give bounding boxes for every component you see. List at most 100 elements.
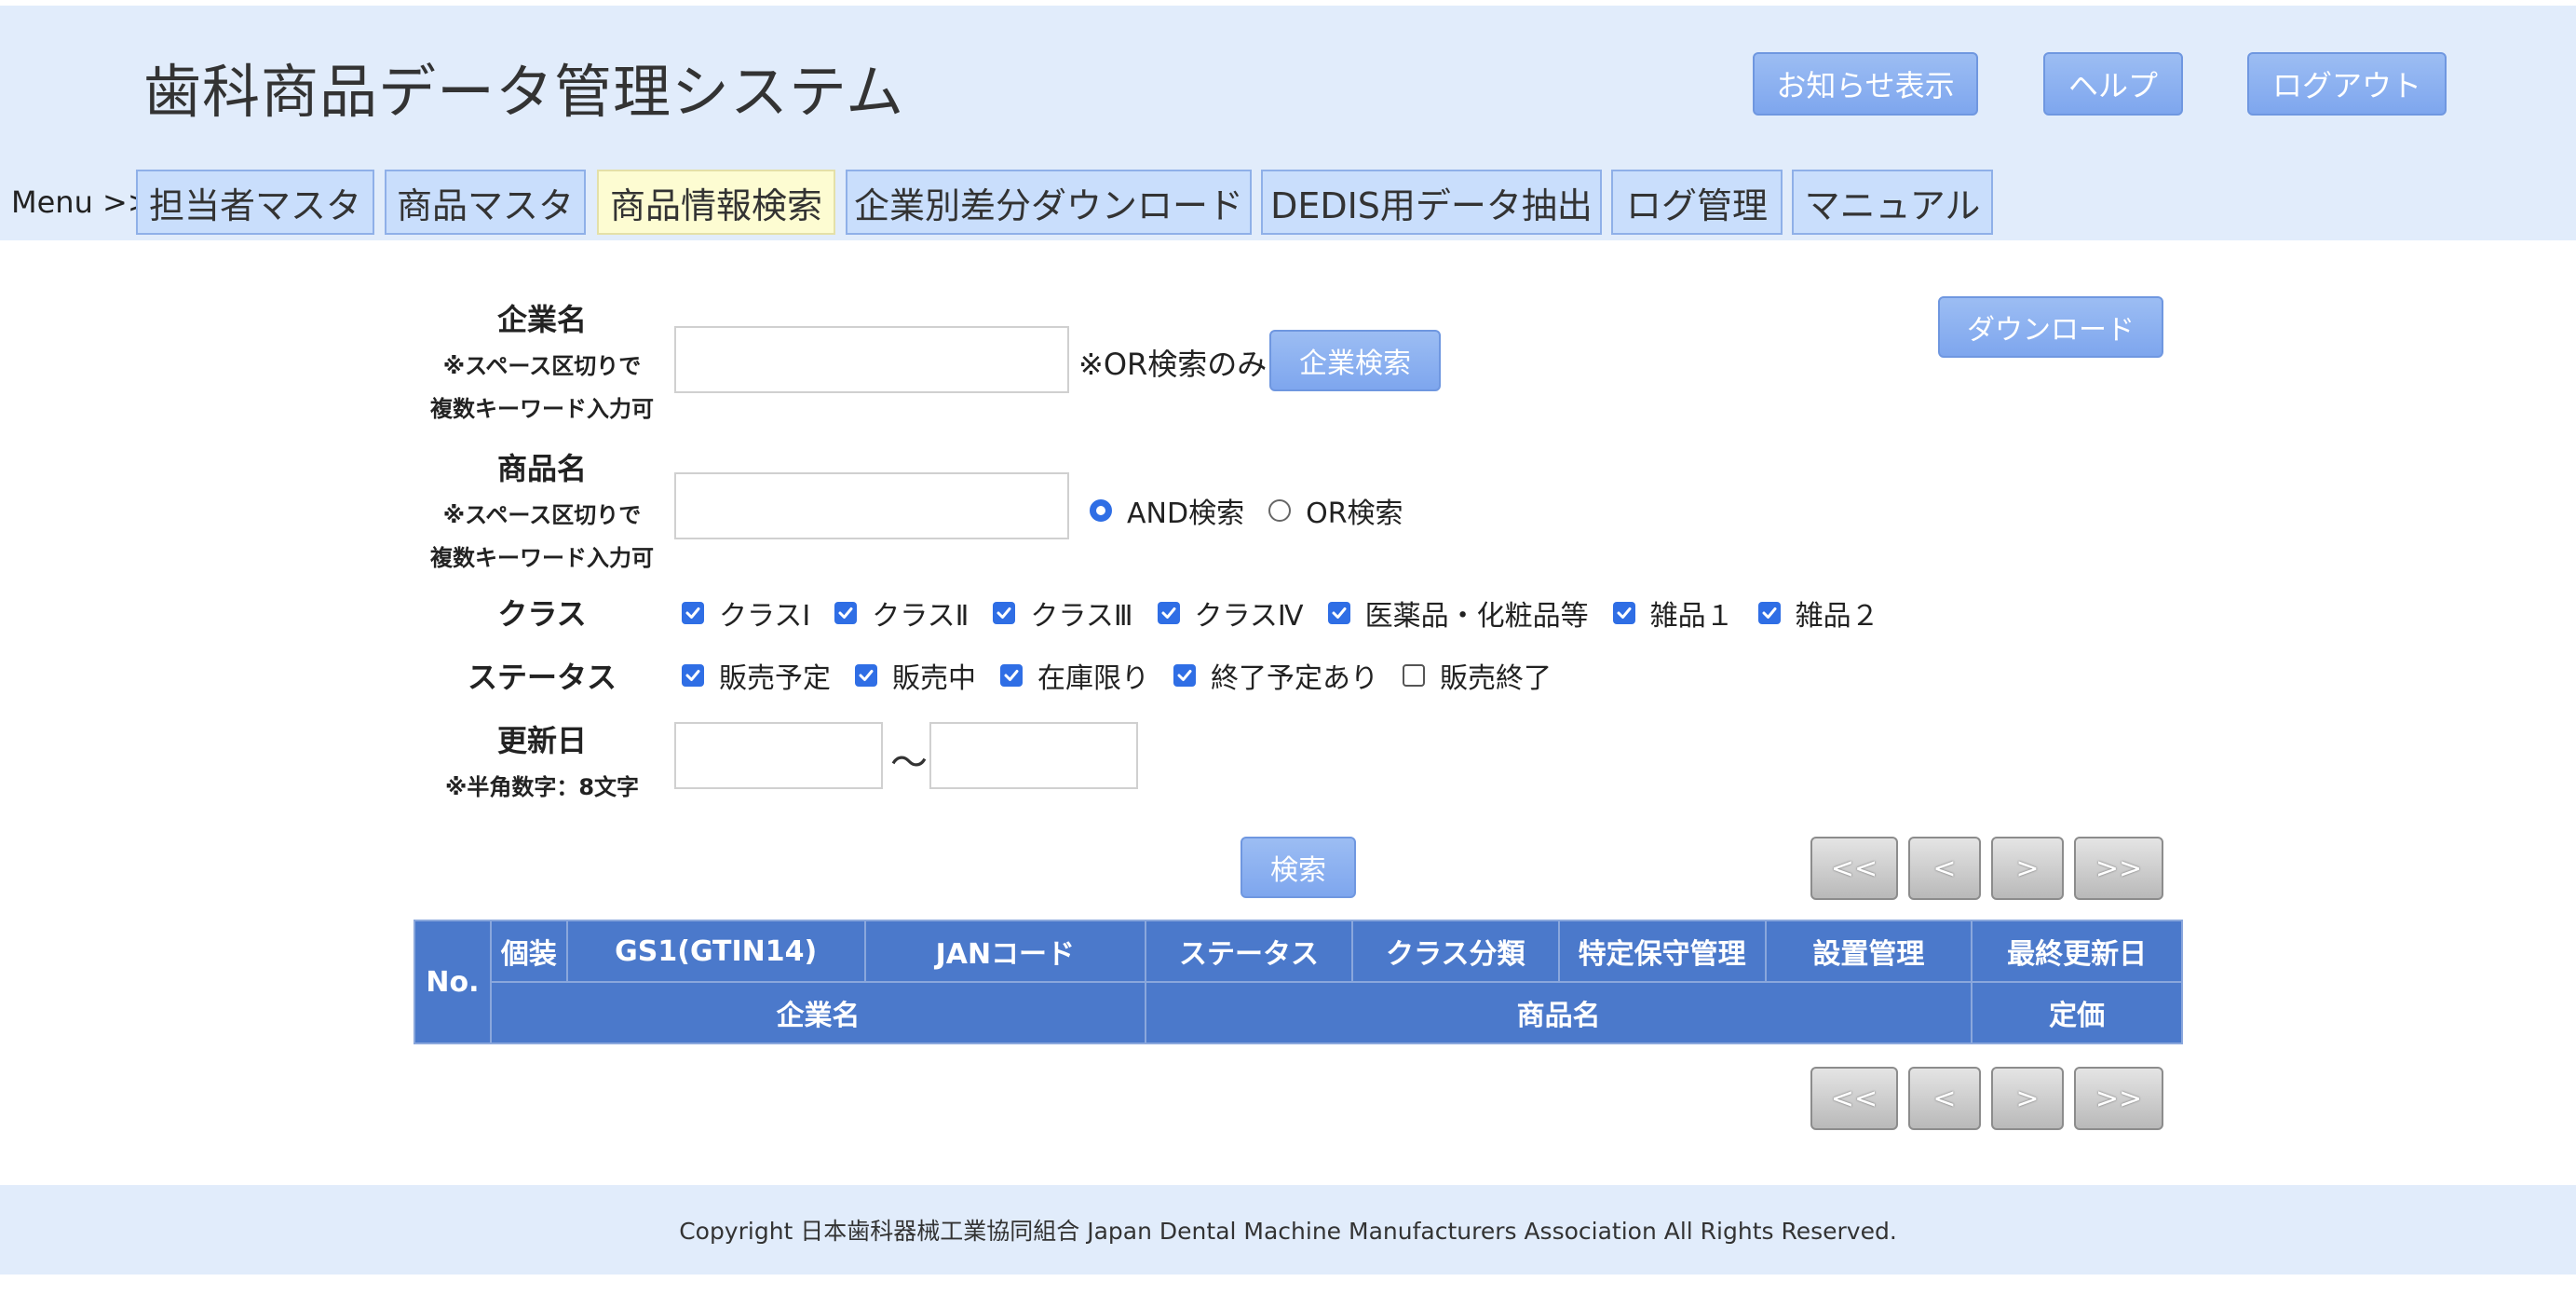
checkbox-checked-icon[interactable] xyxy=(855,664,877,687)
checkbox-checked-icon[interactable] xyxy=(1173,664,1196,687)
pagination-last-button-top[interactable]: >> xyxy=(2074,837,2163,900)
status-option-discontinued[interactable]: 販売終了 xyxy=(1403,655,1552,696)
col-class: クラス分類 xyxy=(1350,920,1560,983)
pagination-prev-button-bottom[interactable]: < xyxy=(1908,1067,1981,1130)
checkbox-checked-icon[interactable] xyxy=(682,664,704,687)
pagination-prev-button-top[interactable]: < xyxy=(1908,837,1981,900)
table-header-row-2: 企業名 商品名 定価 xyxy=(414,981,2183,1044)
logout-button[interactable]: ログアウト xyxy=(2247,52,2447,116)
status-label: ステータス xyxy=(402,654,682,697)
col-gs1-gtin14: GS1(GTIN14) xyxy=(565,920,866,983)
date-range-separator: 〜 xyxy=(890,742,928,784)
pagination-next-button-top[interactable]: > xyxy=(1991,837,2064,900)
or-search-label: OR検索 xyxy=(1306,498,1403,530)
class-option-3[interactable]: クラスⅢ xyxy=(993,593,1133,634)
product-name-input[interactable] xyxy=(674,472,1069,539)
menu-tab-log-management[interactable]: ログ管理 xyxy=(1611,170,1783,235)
company-name-label: 企業名 ※スペース区切りで 複数キーワード入力可 xyxy=(402,296,682,425)
updated-date-label: 更新日 ※半角数字：8文字 xyxy=(402,717,682,803)
app-title: 歯科商品データ管理システム xyxy=(143,58,905,126)
or-search-option[interactable]: OR検索 xyxy=(1268,490,1403,531)
pagination-next-button-bottom[interactable]: > xyxy=(1991,1067,2064,1130)
or-search-only-note: ※OR検索のみ xyxy=(1078,347,1268,382)
menu-tab-staff-master[interactable]: 担当者マスタ xyxy=(136,170,374,235)
col-last-updated: 最終更新日 xyxy=(1971,920,2183,983)
status-option-ending-planned[interactable]: 終了予定あり xyxy=(1173,655,1378,696)
checkbox-checked-icon[interactable] xyxy=(1612,602,1635,624)
checkbox-checked-icon[interactable] xyxy=(834,602,858,624)
col-no: No. xyxy=(414,920,492,1044)
col-status: ステータス xyxy=(1145,920,1353,983)
menu-tab-manual[interactable]: マニュアル xyxy=(1792,170,1993,235)
checkbox-checked-icon[interactable] xyxy=(1157,602,1180,624)
class-option-drugs-label: 医薬品・化粧品等 xyxy=(1364,600,1589,633)
class-option-misc-2[interactable]: 雑品２ xyxy=(1757,593,1879,634)
status-option-on-sale-label: 販売中 xyxy=(892,662,976,695)
checkbox-unchecked-icon[interactable] xyxy=(1403,664,1425,687)
status-option-discontinued-label: 販売終了 xyxy=(1440,662,1552,695)
company-name-label-text: 企業名 xyxy=(496,302,587,337)
and-search-label: AND検索 xyxy=(1127,498,1245,530)
col-jan-code: JANコード xyxy=(863,920,1147,983)
status-option-planned[interactable]: 販売予定 xyxy=(682,655,831,696)
product-name-hint-2: 複数キーワード入力可 xyxy=(430,545,654,571)
status-option-on-sale[interactable]: 販売中 xyxy=(855,655,976,696)
menu-label: Menu >> xyxy=(11,184,153,220)
and-search-option[interactable]: AND検索 xyxy=(1090,490,1244,531)
product-name-label-text: 商品名 xyxy=(496,451,587,486)
updated-date-to-input[interactable] xyxy=(929,722,1138,789)
company-search-button[interactable]: 企業検索 xyxy=(1269,330,1441,391)
and-search-radio[interactable] xyxy=(1090,499,1112,522)
status-options: 販売予定 販売中 在庫限り 終了予定あり 販売終了 xyxy=(682,655,1576,696)
class-label-text: クラス xyxy=(497,596,587,632)
notice-button[interactable]: お知らせ表示 xyxy=(1753,52,1978,116)
product-name-label: 商品名 ※スペース区切りで 複数キーワード入力可 xyxy=(402,445,682,574)
checkbox-checked-icon[interactable] xyxy=(993,602,1016,624)
updated-date-label-text: 更新日 xyxy=(496,723,587,758)
updated-date-hint: ※半角数字：8文字 xyxy=(444,774,640,800)
table-header-row-1: No. 個装 GS1(GTIN14) JANコード ステータス クラス分類 特定… xyxy=(414,920,2183,1044)
menu-tab-product-search[interactable]: 商品情報検索 xyxy=(597,170,835,235)
or-search-radio[interactable] xyxy=(1268,499,1292,522)
company-name-input[interactable] xyxy=(674,326,1069,393)
company-name-hint-1: ※スペース区切りで xyxy=(442,353,642,379)
col-product-name: 商品名 xyxy=(1145,981,1973,1044)
status-option-stock-only-label: 在庫限り xyxy=(1037,662,1149,695)
menu-tab-dedis-extract[interactable]: DEDIS用データ抽出 xyxy=(1261,170,1602,235)
col-individual-package: 個装 xyxy=(489,920,568,983)
pagination-last-button-bottom[interactable]: >> xyxy=(2074,1067,2163,1130)
class-label: クラス xyxy=(402,591,682,634)
updated-date-from-input[interactable] xyxy=(674,722,883,789)
status-option-planned-label: 販売予定 xyxy=(719,662,831,695)
class-option-4-label: クラスⅣ xyxy=(1194,600,1304,633)
status-label-text: ステータス xyxy=(467,660,617,695)
col-installation: 設置管理 xyxy=(1764,920,1973,983)
company-name-hint-2: 複数キーワード入力可 xyxy=(430,396,654,422)
pagination-first-button-bottom[interactable]: << xyxy=(1810,1067,1898,1130)
checkbox-checked-icon[interactable] xyxy=(1757,602,1781,624)
results-table: No. 個装 GS1(GTIN14) JANコード ステータス クラス分類 特定… xyxy=(414,920,2183,1044)
help-button[interactable]: ヘルプ xyxy=(2043,52,2183,116)
col-company-name: 企業名 xyxy=(489,981,1147,1044)
checkbox-checked-icon[interactable] xyxy=(1000,664,1023,687)
class-option-2[interactable]: クラスⅡ xyxy=(834,593,969,634)
col-list-price: 定価 xyxy=(1971,981,2183,1044)
download-button[interactable]: ダウンロード xyxy=(1938,296,2163,358)
menu-tab-company-diff-download[interactable]: 企業別差分ダウンロード xyxy=(846,170,1252,235)
class-option-4[interactable]: クラスⅣ xyxy=(1157,593,1304,634)
class-option-2-label: クラスⅡ xyxy=(872,600,969,633)
search-button[interactable]: 検索 xyxy=(1241,837,1356,898)
checkbox-checked-icon[interactable] xyxy=(682,602,704,624)
class-option-3-label: クラスⅢ xyxy=(1030,600,1133,633)
class-option-1[interactable]: クラスⅠ xyxy=(682,593,810,634)
class-option-drugs[interactable]: 医薬品・化粧品等 xyxy=(1327,593,1589,634)
class-option-misc-2-label: 雑品２ xyxy=(1795,600,1879,633)
class-option-misc-1-label: 雑品１ xyxy=(1649,600,1734,633)
class-option-misc-1[interactable]: 雑品１ xyxy=(1612,593,1734,634)
copyright-text: Copyright 日本歯科器械工業協同組合 Japan Dental Mach… xyxy=(679,1218,1897,1245)
col-special-maintenance: 特定保守管理 xyxy=(1557,920,1767,983)
checkbox-checked-icon[interactable] xyxy=(1327,602,1350,624)
menu-tab-product-master[interactable]: 商品マスタ xyxy=(385,170,586,235)
pagination-first-button-top[interactable]: << xyxy=(1810,837,1898,900)
status-option-stock-only[interactable]: 在庫限り xyxy=(1000,655,1149,696)
